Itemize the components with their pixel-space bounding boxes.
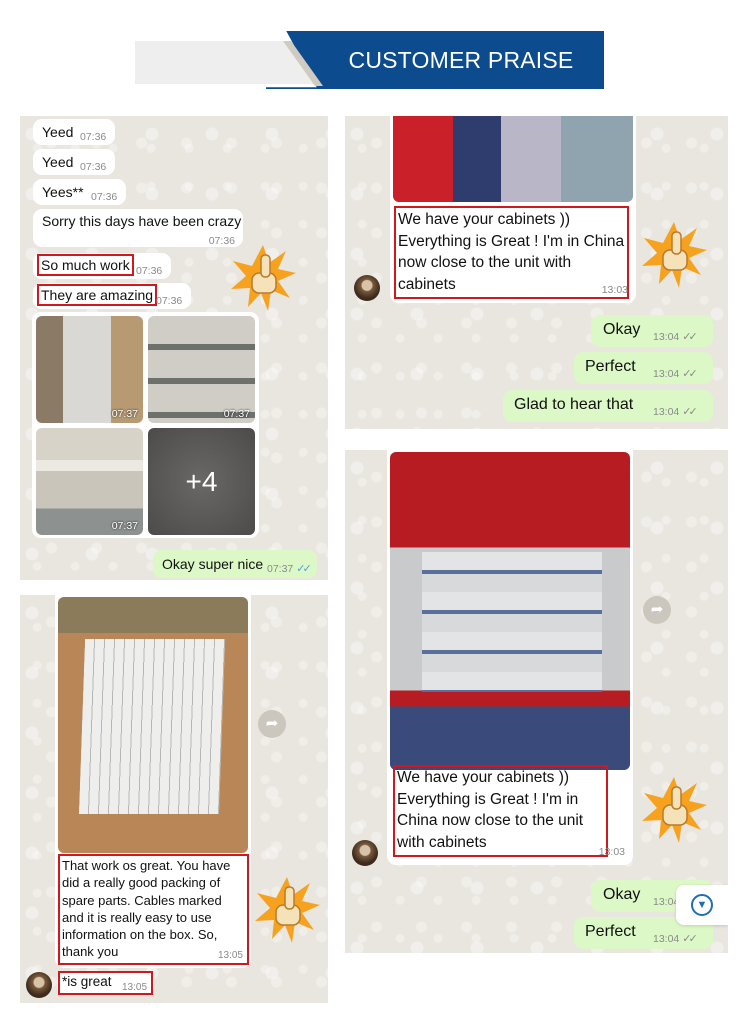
message-time: 13:03 (598, 846, 625, 858)
contact-avatar[interactable] (354, 275, 380, 301)
forward-arrow-icon: ➦ (650, 601, 664, 618)
message-bubble: Sorry this days have been crazy 07:36 (33, 209, 243, 247)
message-text-highlighted: So much work (37, 254, 134, 276)
message-bubble: Yeed 07:36 (33, 149, 115, 175)
photo-time: 07:37 (111, 520, 138, 532)
message-bubble: They are amazing 07:36 (33, 283, 191, 309)
message-time: 07:36 (156, 295, 183, 307)
message-text: Okay (603, 886, 641, 903)
message-time: 07:36 (91, 191, 118, 203)
message-time: 07:36 (80, 161, 107, 173)
chevron-down-icon: ▼ (691, 894, 713, 916)
thumbs-up-sticker-icon (642, 222, 707, 288)
message-time: 13:04 ✓✓ (653, 368, 698, 380)
message-time: 13:04 ✓✓ (653, 331, 698, 343)
album-photo[interactable]: 07:37 (36, 316, 143, 423)
message-bubble-outgoing: Glad to hear that 13:04 ✓✓ (503, 390, 713, 422)
message-text-highlighted: They are amazing (36, 284, 158, 306)
album-photo[interactable]: 07:37 (36, 428, 143, 535)
message-bubble: Yeed 07:36 (33, 119, 115, 145)
chat-screenshot-1: Yeed 07:36 Yeed 07:36 Yees** 07:36 Sorry… (20, 116, 328, 580)
message-time: 13:04 ✓✓ (653, 933, 698, 945)
delivered-ticks-icon: ✓✓ (682, 406, 698, 418)
message-bubble: So much work 07:36 (33, 253, 171, 279)
message-time: 07:36 (80, 131, 107, 143)
message-text-highlighted: We have your cabinets )) Everything is G… (393, 765, 608, 857)
message-text: Okay super nice (162, 556, 264, 572)
packing-list-sheet (78, 639, 226, 814)
message-time: 07:37 ✓✓ (267, 563, 312, 575)
message-text: Glad to hear that (514, 396, 634, 413)
chat-screenshot-4: We have your cabinets )) Everything is G… (345, 450, 728, 953)
message-bubble-incoming: *is great 13:05 (57, 971, 154, 995)
message-time: 13:05 (122, 982, 148, 993)
message-time: 07:36 (136, 265, 163, 277)
forward-button[interactable]: ➦ (643, 596, 671, 624)
album-more-photos[interactable]: +4 (148, 428, 255, 535)
control-cabinet-photo[interactable] (390, 452, 630, 770)
photo-time: 07:37 (223, 408, 250, 420)
message-bubble-incoming: We have your cabinets )) Everything is G… (387, 450, 633, 865)
delivered-ticks-icon: ✓✓ (682, 368, 698, 380)
forward-button[interactable]: ➦ (258, 710, 286, 738)
message-text: Perfect (585, 358, 636, 375)
read-ticks-icon: ✓✓ (296, 563, 312, 575)
photo-time: 07:37 (111, 408, 138, 420)
message-text: Sorry this days have been crazy (42, 213, 242, 229)
chat-screenshot-3: That work os great. You have did a reall… (20, 595, 328, 1003)
message-time: 13:04 ✓✓ (653, 406, 698, 418)
message-time: 13:03 (601, 284, 628, 296)
message-bubble-incoming: We have your cabinets )) Everything is G… (390, 116, 636, 303)
cabinet-photo[interactable] (393, 116, 633, 202)
message-bubble-outgoing: Okay 13:04 ✓✓ (591, 315, 713, 347)
message-text: Yeed (42, 154, 74, 170)
message-text: Yees** (42, 184, 84, 200)
cabinet-components (422, 552, 602, 692)
packing-list-photo[interactable] (58, 597, 248, 853)
forward-arrow-icon: ➦ (265, 715, 279, 732)
chat-screenshot-2: We have your cabinets )) Everything is G… (345, 116, 728, 429)
photo-album-bubble: 07:37 07:37 07:37 +4 (32, 312, 259, 538)
message-bubble-outgoing: Okay super nice 07:37 ✓✓ (153, 550, 317, 578)
delivered-ticks-icon: ✓✓ (682, 933, 698, 945)
message-text-highlighted: We have your cabinets )) Everything is G… (394, 206, 629, 299)
message-time: 13:05 (217, 950, 243, 961)
delivered-ticks-icon: ✓✓ (682, 331, 698, 343)
thumbs-up-sticker-icon (231, 245, 296, 311)
album-photo[interactable]: 07:37 (148, 316, 255, 423)
message-bubble-incoming: That work os great. You have did a reall… (55, 595, 251, 968)
contact-avatar[interactable] (352, 840, 378, 866)
thumbs-up-sticker-icon (255, 877, 320, 943)
message-bubble: Yees** 07:36 (33, 179, 126, 205)
message-text: Yeed (42, 124, 74, 140)
message-text: Perfect (585, 923, 636, 940)
message-text-highlighted: *is great 13:05 (58, 971, 153, 995)
more-photos-count: +4 (185, 465, 218, 497)
message-text-highlighted: That work os great. You have did a reall… (58, 854, 249, 965)
contact-avatar[interactable] (26, 972, 52, 998)
scroll-to-bottom-button[interactable]: ▼ (676, 885, 728, 925)
message-text: Okay (603, 321, 641, 338)
page-title: CUSTOMER PRAISE (348, 47, 574, 73)
thumbs-up-sticker-icon (642, 777, 707, 843)
message-bubble-outgoing: Perfect 13:04 ✓✓ (574, 352, 713, 384)
